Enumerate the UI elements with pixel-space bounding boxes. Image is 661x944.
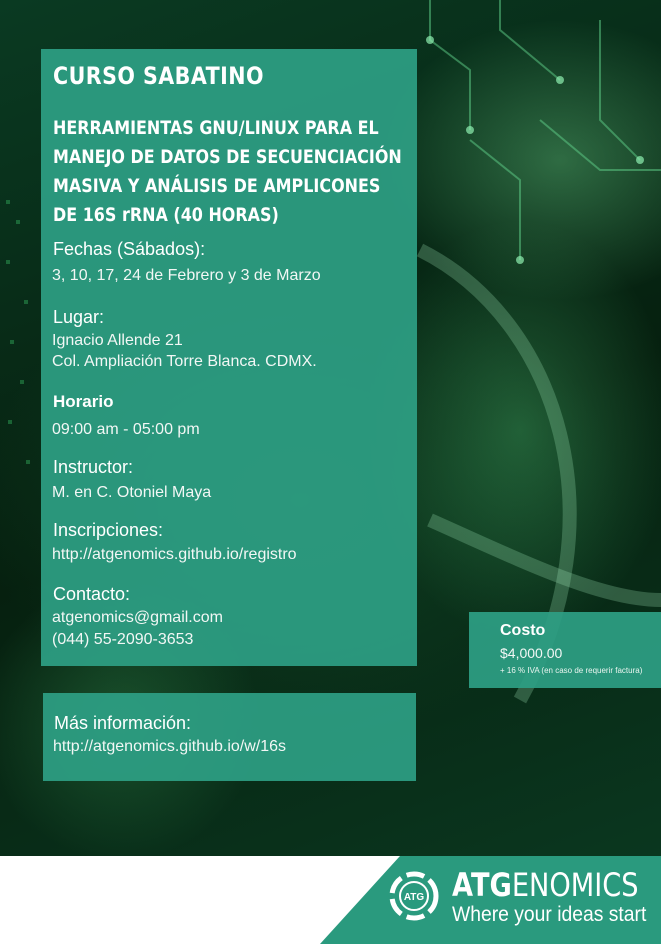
registration-label: Inscripciones: <box>53 520 164 540</box>
subtitle-line: DE 16S rRNA (40 HORAS) <box>53 204 279 226</box>
instructor-label: Instructor: <box>53 457 134 477</box>
brand-name-rest: ENOMICS <box>511 866 639 904</box>
brand-name-bold: ATG <box>452 866 512 904</box>
schedule-value: 09:00 am - 05:00 pm <box>52 421 200 438</box>
logo-mark-text: ATG <box>404 892 425 903</box>
course-subtitle: HERRAMIENTAS GNU/LINUX PARA EL MANEJO DE… <box>53 114 406 230</box>
contact-phone: (044) 55-2090-3653 <box>52 631 194 648</box>
dates-label: Fechas (Sábados): <box>53 239 206 259</box>
cost-label: Costo <box>500 622 546 639</box>
location-address-line1: Ignacio Allende 21 <box>52 332 183 349</box>
cost-panel: Costo $4,000.00 + 16 % IVA (en caso de r… <box>469 612 661 688</box>
subtitle-line: MASIVA Y ANÁLISIS DE AMPLICONES <box>53 175 381 197</box>
location-label: Lugar: <box>53 307 105 327</box>
cost-value: $4,000.00 <box>500 645 563 661</box>
contact-label: Contacto: <box>53 584 131 604</box>
contact-email[interactable]: atgenomics@gmail.com <box>52 607 223 628</box>
cost-tax-note: + 16 % IVA (en caso de requerir factura) <box>500 666 643 675</box>
registration-link[interactable]: http://atgenomics.github.io/registro <box>52 544 297 565</box>
brand-tagline: Where your ideas start <box>452 903 647 926</box>
location-address-line2: Col. Ampliación Torre Blanca. CDMX. <box>52 353 317 370</box>
atgenomics-logo-icon: ATG <box>389 871 439 921</box>
brand-name: ATGENOMICS <box>452 866 639 904</box>
more-info-panel: Más información: http://atgenomics.githu… <box>43 693 416 781</box>
course-title: CURSO SABATINO <box>53 62 264 90</box>
subtitle-line: MANEJO DE DATOS DE SECUENCIACIÓN <box>53 146 402 168</box>
instructor-value: M. en C. Otoniel Maya <box>52 484 212 501</box>
more-info-link[interactable]: http://atgenomics.github.io/w/16s <box>53 738 286 756</box>
dates-value: 3, 10, 17, 24 de Febrero y 3 de Marzo <box>52 267 321 284</box>
subtitle-line: HERRAMIENTAS GNU/LINUX PARA EL <box>53 117 379 139</box>
schedule-label: Horario <box>53 392 114 411</box>
more-info-label: Más información: <box>54 713 192 733</box>
course-info-panel: CURSO SABATINO HERRAMIENTAS GNU/LINUX PA… <box>41 49 417 666</box>
